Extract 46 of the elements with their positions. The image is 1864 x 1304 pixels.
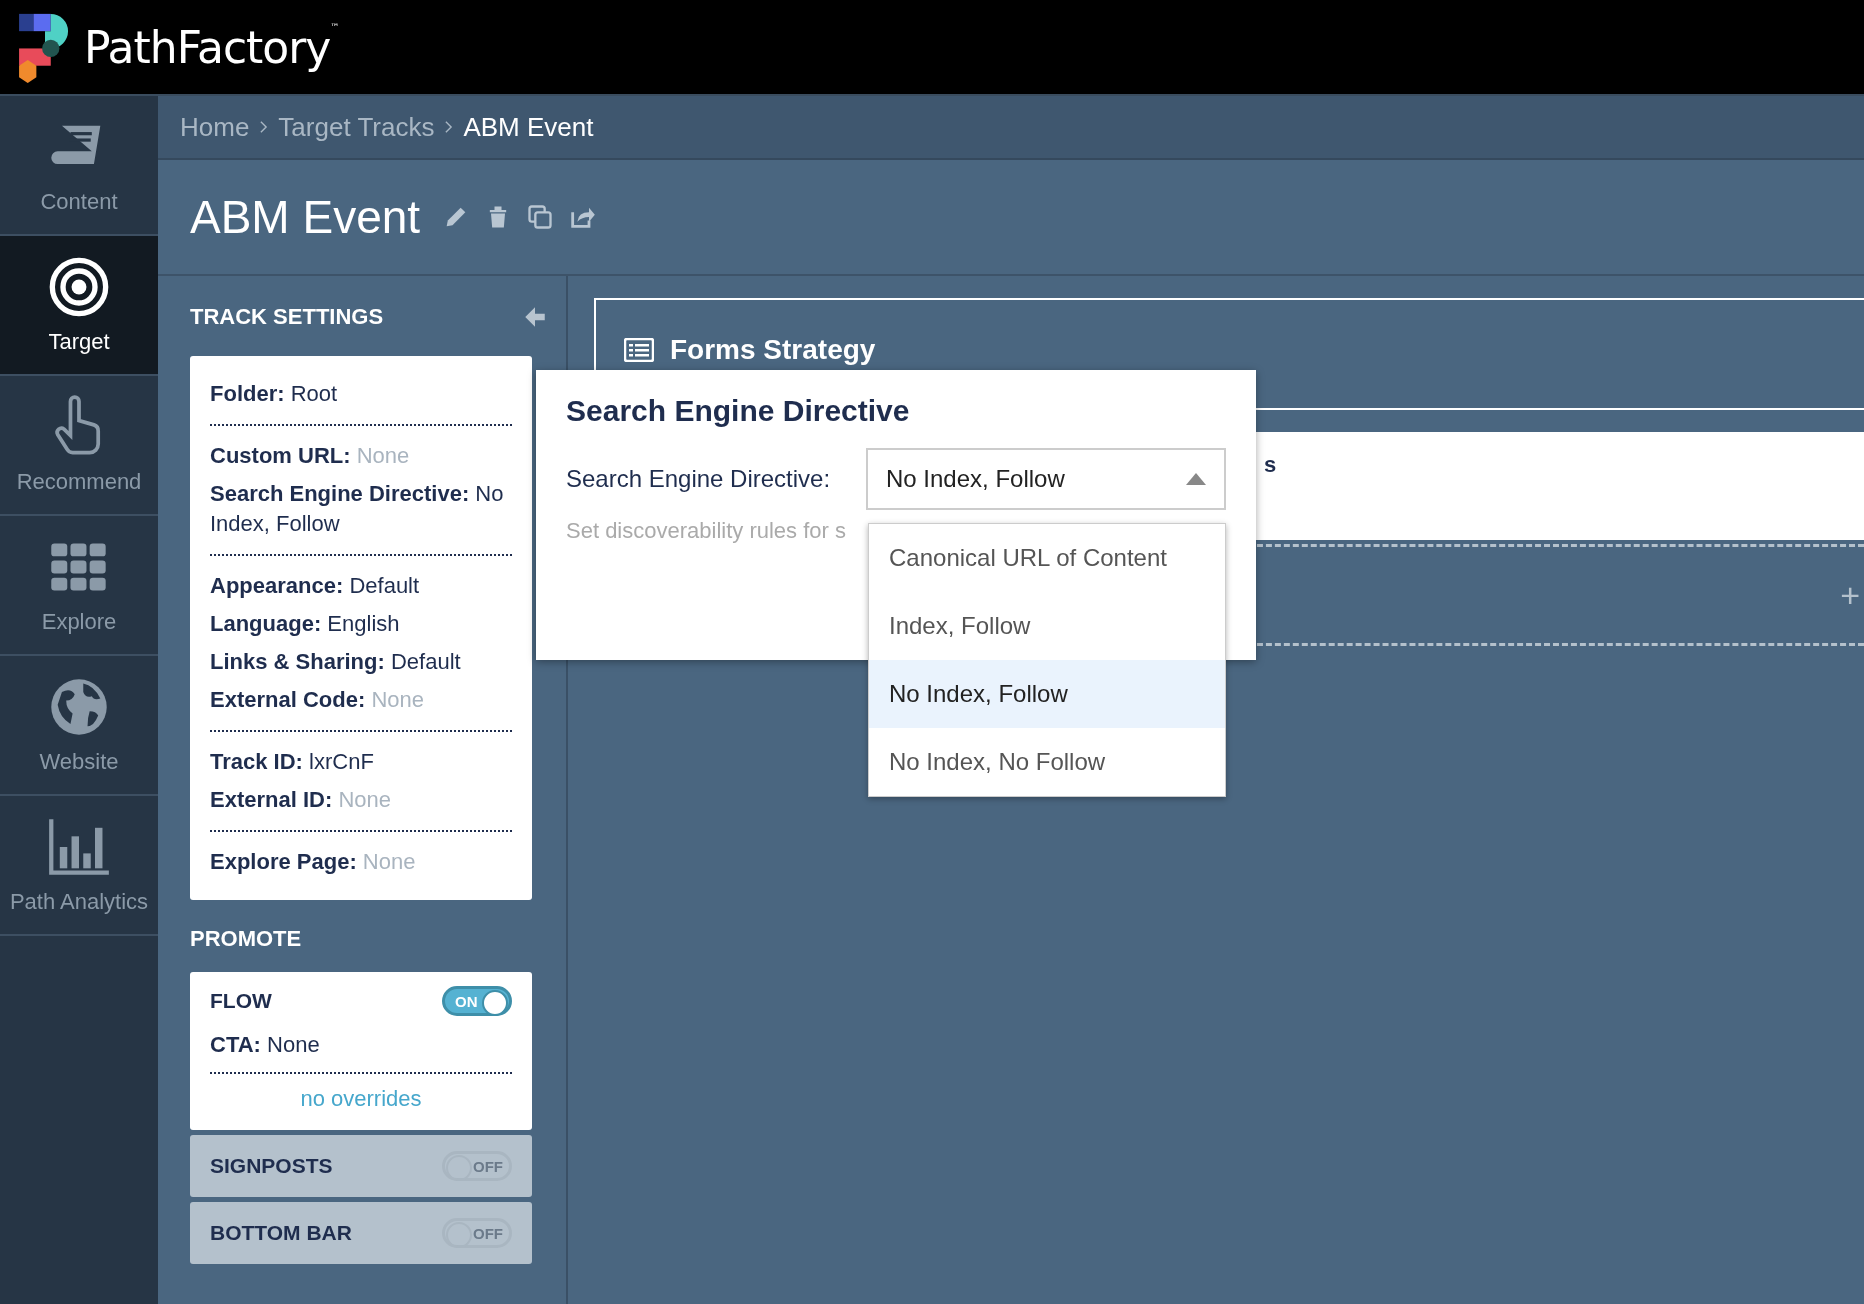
chevron-icon bbox=[259, 120, 269, 134]
chevron-icon bbox=[444, 120, 454, 134]
setting-text: Custom URL: None bbox=[210, 442, 411, 470]
setting-text: External ID: None bbox=[210, 786, 392, 814]
toggle-switch[interactable]: OFF bbox=[442, 1218, 512, 1248]
dropdown-option[interactable]: Index, Follow bbox=[869, 592, 1225, 660]
dropdown-option[interactable]: Canonical URL of Content bbox=[869, 524, 1225, 592]
field-label: Search Engine Directive: bbox=[566, 465, 832, 493]
target-icon bbox=[47, 255, 111, 319]
sidebar-item[interactable]: Website bbox=[0, 656, 158, 796]
card-text: s bbox=[1264, 452, 1277, 477]
breadcrumb-link[interactable]: Home bbox=[180, 111, 250, 143]
overrides-link[interactable]: no overrides bbox=[300, 1086, 422, 1111]
brand-name: PathFactory$^{™}$ bbox=[84, 21, 339, 73]
dropdown-option[interactable]: No Index, Follow bbox=[869, 660, 1225, 728]
list-icon bbox=[624, 338, 654, 362]
setting-text: Track ID: lxrCnF bbox=[210, 748, 375, 776]
toggle-switch[interactable]: ON bbox=[442, 986, 512, 1016]
dropdown-option[interactable]: No Index, No Follow bbox=[869, 728, 1225, 796]
dropdown-select[interactable]: No Index, Follow bbox=[866, 448, 1226, 510]
sidebar-item[interactable]: Recommend bbox=[0, 376, 158, 516]
setting-text: Appearance: Default bbox=[210, 572, 421, 600]
sidebar-item[interactable]: Explore bbox=[0, 516, 158, 656]
add-button[interactable]: + bbox=[1840, 575, 1860, 615]
copy-icon[interactable] bbox=[526, 203, 555, 231]
popup-title: Search Engine Directive bbox=[566, 394, 911, 428]
setting-text: Links & Sharing: Default bbox=[210, 648, 462, 676]
sidebar-item[interactable]: Target bbox=[0, 236, 158, 376]
section-heading: PROMOTE bbox=[190, 926, 303, 952]
toggle-switch[interactable]: OFF bbox=[442, 1151, 512, 1181]
sidebar-item[interactable]: Path Analytics bbox=[0, 796, 158, 936]
setting-text: Language: English bbox=[210, 610, 401, 638]
setting-text: Folder: Root bbox=[210, 380, 339, 408]
setting-text: Explore Page: None bbox=[210, 848, 417, 876]
panel-title: Forms Strategy bbox=[670, 334, 876, 366]
promote-label: SIGNPOSTS bbox=[210, 1154, 333, 1178]
breadcrumb-link[interactable]: Target Tracks bbox=[278, 111, 435, 143]
setting-text: Search Engine Directive: No Index, Follow bbox=[210, 480, 505, 538]
hint-text: Set discoverability rules for s bbox=[566, 518, 847, 544]
promote-label: BOTTOM BAR bbox=[210, 1221, 352, 1245]
page-title: ABM Event bbox=[190, 190, 421, 244]
cta-text: CTA: None bbox=[210, 1030, 512, 1074]
section-heading: TRACK SETTINGS bbox=[190, 304, 384, 330]
setting-text: External Code: None bbox=[210, 686, 425, 714]
caret-icon bbox=[1186, 473, 1206, 485]
promote-label: FLOW bbox=[210, 989, 272, 1013]
